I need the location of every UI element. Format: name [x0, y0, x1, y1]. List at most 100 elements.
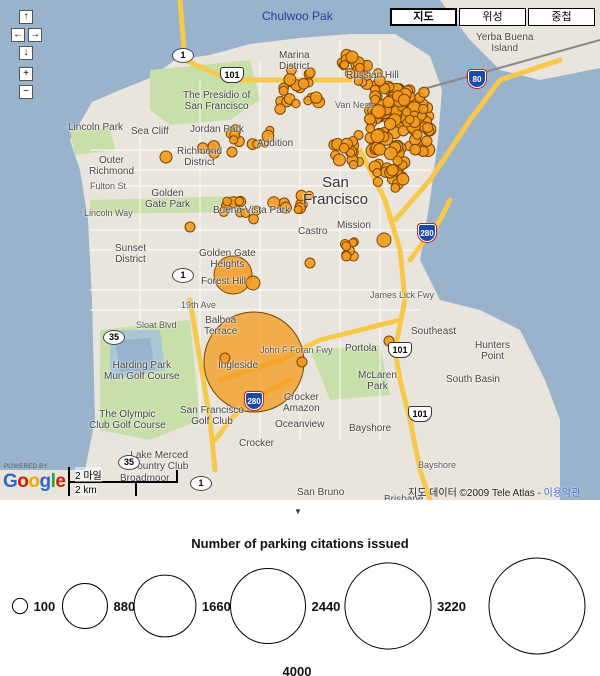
citation-marker[interactable]	[304, 257, 316, 269]
citation-marker[interactable]	[372, 176, 383, 187]
citation-marker[interactable]	[392, 155, 403, 166]
pan-left-button[interactable]: ←	[11, 28, 25, 42]
citation-marker[interactable]	[296, 356, 308, 368]
citation-marker[interactable]	[229, 135, 239, 145]
collapse-arrow-icon[interactable]: ▼	[294, 507, 302, 516]
citation-marker[interactable]	[293, 205, 303, 215]
route-80-shield: 80	[468, 70, 486, 88]
label-19th-ave: 19th Ave	[181, 300, 216, 310]
label-san-francisco: San Francisco	[303, 174, 369, 208]
citation-marker[interactable]	[341, 241, 352, 252]
label-van-ness: Van Ness	[335, 100, 374, 110]
citation-marker[interactable]	[418, 103, 429, 115]
citation-marker[interactable]	[386, 164, 399, 177]
label-bayshore-area: Bayshore	[349, 423, 392, 434]
citation-marker[interactable]	[421, 135, 433, 147]
route-280-shield: 280	[418, 224, 436, 242]
label-southeast: Southeast	[411, 326, 457, 337]
citation-marker[interactable]	[364, 113, 376, 125]
pan-up-button[interactable]: ↑	[19, 10, 33, 24]
citation-marker[interactable]	[390, 183, 401, 193]
citation-marker[interactable]	[159, 150, 173, 164]
label-hunters-point: Hunters Point	[475, 340, 511, 362]
scale-imperial: 2 마일	[75, 467, 102, 482]
citation-marker[interactable]	[348, 160, 359, 170]
citation-marker[interactable]	[365, 123, 376, 134]
citation-marker[interactable]	[382, 95, 395, 109]
citation-marker[interactable]	[274, 103, 286, 115]
citation-marker[interactable]	[226, 146, 238, 158]
terms-link[interactable]: 이용약관	[544, 488, 581, 499]
citation-marker[interactable]	[332, 153, 346, 167]
route-101-shield: 101	[220, 67, 244, 83]
google-logo[interactable]: Google	[3, 471, 66, 493]
label-presidio: The Presidio of San Francisco	[183, 90, 251, 112]
citation-marker[interactable]	[310, 91, 323, 104]
citation-marker[interactable]	[283, 73, 297, 86]
label-crocker-amazon: Crocker Amazon	[283, 392, 320, 414]
label-portola: Portola	[345, 343, 377, 354]
legend: 100 880 1660 2440 3220 4000	[11, 557, 586, 676]
map-type-map-button[interactable]: 지도	[390, 8, 457, 26]
citation-marker[interactable]	[383, 117, 397, 131]
citation-marker[interactable]	[376, 232, 392, 248]
label-golden-gate-heights: Golden Gate Heights	[199, 248, 256, 270]
label-bayshore-road: Bayshore	[418, 460, 457, 470]
route-1-shield: 1	[172, 48, 194, 63]
citation-marker[interactable]	[345, 50, 359, 64]
citation-marker[interactable]	[184, 221, 196, 233]
label-sunset: Sunset District	[115, 243, 147, 265]
map-type-satellite-button[interactable]: 위성	[459, 8, 526, 26]
label-ingleside: Ingleside	[218, 360, 259, 371]
label-foran-fwy: John F Foran Fwy	[260, 345, 333, 355]
route-1-shield-2: 1	[172, 268, 194, 283]
citation-marker[interactable]	[338, 142, 350, 154]
label-south-basin: South Basin	[446, 374, 500, 385]
label-crocker: Crocker	[239, 438, 275, 449]
map-canvas[interactable]: Marina District Russian Hill Yerba Buena I…	[0, 0, 600, 500]
legend-label-1660: 1660	[202, 599, 231, 614]
label-lincoln-way: Lincoln Way	[84, 208, 133, 218]
label-mclaren: McLaren Park	[358, 370, 397, 392]
legend-label-3220: 3220	[437, 599, 466, 614]
legend-circle-100	[11, 597, 29, 615]
legend-circle-1660	[133, 574, 197, 638]
citation-marker[interactable]	[409, 143, 422, 156]
route-101-shield-2: 101	[388, 342, 412, 358]
legend-circle-880	[61, 582, 109, 630]
copyright-text: 지도 데이터 ©2009 Tele Atlas -	[408, 488, 544, 499]
pan-right-button[interactable]: →	[28, 28, 42, 42]
label-jordan-park: Jordan Park	[190, 124, 244, 135]
citation-marker[interactable]	[297, 78, 310, 90]
route-101-shield-3: 101	[408, 406, 432, 422]
citation-marker[interactable]	[372, 167, 382, 178]
citation-marker[interactable]	[291, 98, 301, 109]
citation-marker[interactable]	[397, 93, 411, 107]
legend-label-100: 100	[34, 599, 56, 614]
label-harding: Harding Park Mun Golf Course	[104, 360, 180, 382]
citation-marker[interactable]	[412, 129, 423, 140]
citation-marker[interactable]	[341, 251, 352, 262]
citation-marker[interactable]	[404, 114, 415, 125]
legend-label-2440: 2440	[311, 599, 340, 614]
legend-circle-3220	[344, 562, 432, 650]
citation-marker[interactable]	[245, 275, 261, 291]
citation-marker[interactable]	[396, 172, 410, 186]
citation-marker[interactable]	[422, 122, 434, 134]
citation-marker[interactable]	[339, 60, 350, 70]
label-outer-richmond: Outer Richmond	[89, 155, 135, 177]
zoom-in-button[interactable]: +	[19, 67, 33, 81]
citation-marker[interactable]	[373, 143, 387, 156]
map-type-hybrid-button[interactable]: 중첩	[528, 8, 595, 26]
label-oceanview: Oceanview	[275, 419, 325, 430]
label-fulton: Fulton St	[90, 181, 127, 191]
label-golden-gate-park: Golden Gate Park	[145, 188, 191, 210]
map-type-selector: 지도 위성 중첩	[388, 8, 595, 26]
map-copyright: 지도 데이터 ©2009 Tele Atlas - 이용약관	[408, 484, 580, 499]
legend-label-4000: 4000	[283, 664, 312, 676]
legend-circle-2440	[230, 568, 306, 644]
citation-marker[interactable]	[418, 86, 430, 99]
label-olympic: The Olympic Club Golf Course	[89, 409, 166, 431]
pan-down-button[interactable]: ↓	[19, 46, 33, 60]
zoom-out-button[interactable]: −	[19, 85, 33, 99]
